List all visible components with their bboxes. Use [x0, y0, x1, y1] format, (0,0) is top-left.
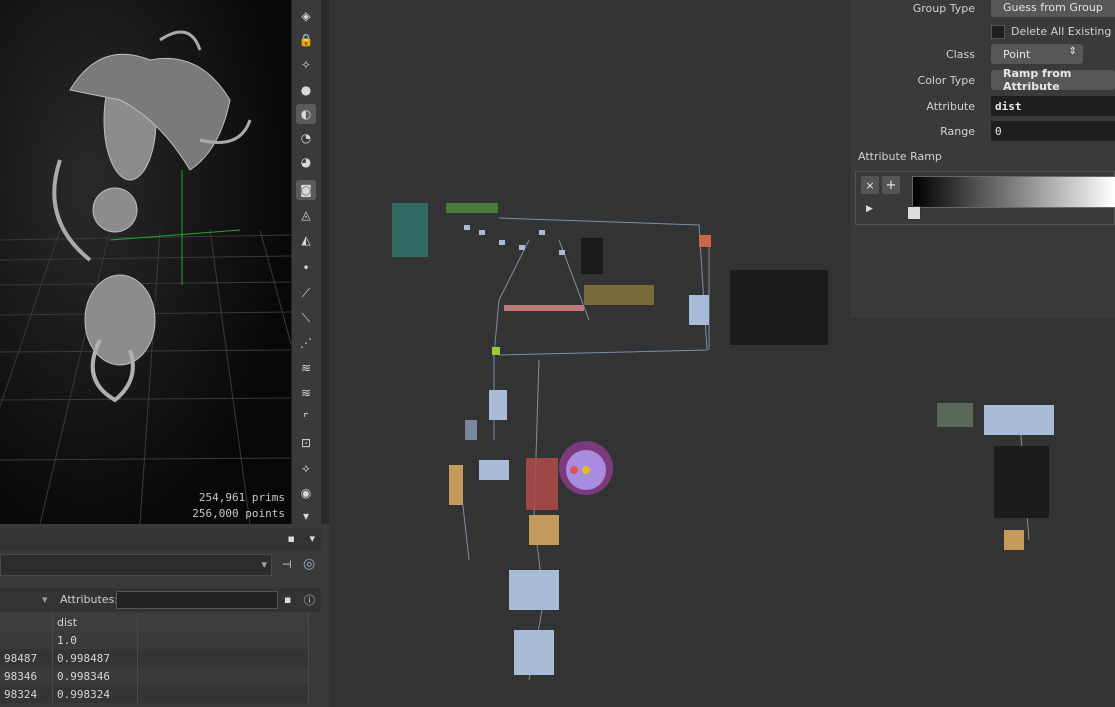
grid-icon[interactable]: ⋰	[296, 333, 316, 353]
bulb-icon[interactable]: ◐	[296, 104, 316, 124]
snap-icon[interactable]: ◬	[296, 205, 316, 225]
class-dropdown[interactable]: Point ⇕	[991, 44, 1083, 64]
row-dist-value: 0.998324	[52, 685, 138, 703]
help-icon[interactable]: ⓘ	[304, 592, 315, 608]
attributes-label: Attributes:	[60, 593, 119, 606]
attribute-table: dist 1.0 98487 0.998487 98346 0.998346 983…	[0, 613, 309, 703]
add-key-icon[interactable]: +	[882, 176, 900, 194]
table-row: 1.0	[0, 631, 309, 649]
remove-key-icon[interactable]: ×	[861, 176, 879, 194]
pin-icon[interactable]: ⊣	[282, 558, 292, 571]
box-icon[interactable]: ⊡	[296, 433, 316, 453]
menu-icon[interactable]: ▪	[288, 532, 295, 545]
node-path-field[interactable]: ▾	[0, 554, 272, 576]
ramp-label: Attribute Ramp	[858, 150, 942, 163]
grid-icon[interactable]: ≋	[296, 383, 316, 403]
target-icon[interactable]: ◎	[303, 556, 315, 572]
filter-icon[interactable]: ▪	[284, 593, 291, 606]
class-label: Class	[946, 48, 975, 61]
class-value: Point	[1003, 47, 1031, 61]
attribute-field[interactable]: dist	[991, 96, 1115, 116]
lock-icon[interactable]: 🔒	[296, 30, 316, 50]
row-left-value: 98346	[0, 667, 53, 685]
pin-icon[interactable]: ⟍	[296, 308, 316, 328]
row-left-value: 98324	[0, 685, 53, 703]
attributes-input[interactable]	[116, 591, 278, 609]
ramp-editor: × + ▶	[855, 171, 1115, 225]
parameter-pane: Group Type Guess from Group Delete All E…	[851, 0, 1115, 318]
row-left-value	[0, 631, 53, 649]
table-row: 98487 0.998487	[0, 649, 309, 667]
chevron-down-icon[interactable]: ▾	[261, 558, 267, 571]
prims-count: 254,961 prims	[198, 491, 285, 504]
bulb-icon[interactable]: ◕	[296, 152, 316, 172]
ramp-gradient[interactable]	[912, 176, 1115, 208]
disc-icon[interactable]: ◉	[296, 483, 316, 503]
delete-existing-label: Delete All Existing Co	[1011, 25, 1115, 38]
group-type-dropdown[interactable]: Guess from Group	[991, 0, 1115, 17]
table-row: 98324 0.998324	[0, 685, 309, 703]
curve-icon[interactable]: ⌜	[296, 408, 316, 428]
sphere-icon[interactable]: ●	[296, 80, 316, 100]
range-label: Range	[940, 125, 975, 138]
camera-icon[interactable]: ◙	[296, 180, 316, 200]
group-type-label: Group Type	[912, 2, 975, 15]
row-dist-value: 0.998487	[52, 649, 138, 667]
color-type-label: Color Type	[917, 74, 975, 87]
snap-icon[interactable]: ◭	[296, 230, 316, 250]
attribute-label: Attribute	[926, 100, 975, 113]
viewport-scene	[0, 0, 291, 524]
chevron-down-icon[interactable]: ▾	[309, 532, 315, 545]
scene-viewport[interactable]: 254,961 prims 256,000 points	[0, 0, 291, 524]
row-left-value: 98487	[0, 649, 53, 667]
range-field[interactable]: 0	[991, 121, 1115, 141]
column-header[interactable]: dist	[52, 613, 138, 631]
row-dist-value: 0.998346	[52, 667, 138, 685]
attribute-filter-bar: ▾ Attributes: ▪ ⓘ	[0, 588, 321, 612]
light-icon[interactable]: ✧	[296, 55, 316, 75]
spreadsheet-header: ▪ ▾	[0, 528, 321, 550]
scroll-down-icon[interactable]: ▾	[296, 506, 316, 526]
table-row: 98346 0.998346	[0, 667, 309, 685]
points-count: 256,000 points	[192, 507, 285, 520]
updown-icon: ⇕	[1068, 46, 1077, 57]
chevron-down-icon[interactable]: ▾	[42, 593, 48, 606]
expand-icon[interactable]: ▶	[866, 204, 873, 214]
delete-existing-checkbox[interactable]	[991, 25, 1005, 39]
bulb-icon[interactable]: ◔	[296, 128, 316, 148]
brush-icon[interactable]: ⟋	[296, 283, 316, 303]
geometry-spreadsheet: ▪ ▾ ▾ ⊣ ◎ ▾ Attributes: ▪ ⓘ dist 1.0 984…	[0, 524, 329, 707]
color-type-dropdown[interactable]: Ramp from Attribute	[991, 67, 1115, 93]
point-icon[interactable]: •	[296, 258, 316, 278]
row-dist-value: 1.0	[52, 631, 138, 649]
ramp-key-handle[interactable]	[907, 206, 921, 220]
grid-icon[interactable]: ≋	[296, 358, 316, 378]
select-icon[interactable]: ◈	[296, 6, 316, 26]
vector-icon[interactable]: ⟡	[296, 458, 316, 478]
viewport-toolbar: ◈ 🔒 ✧ ● ◐ ◔ ◕ ◙ ◬ ◭ • ⟋ ⟍ ⋰ ≋ ≋ ⌜ ⊡ ⟡ ◉ …	[291, 0, 322, 524]
